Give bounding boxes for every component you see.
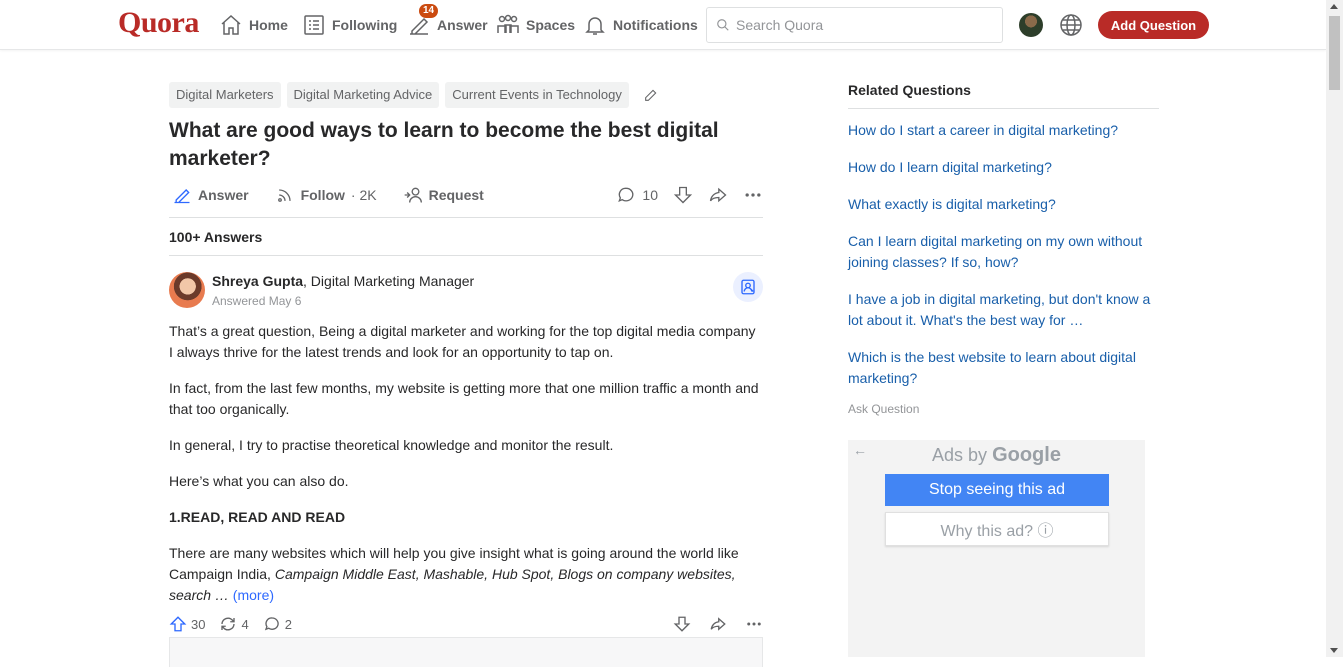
globe-icon[interactable] (1059, 13, 1083, 37)
following-icon (304, 15, 324, 35)
answer-badge: 14 (419, 4, 439, 18)
author-meta: Shreya Gupta, Digital Marketing Manager … (212, 272, 474, 312)
page-scrollbar[interactable] (1326, 0, 1343, 657)
ads-by-google: Ads by Google (848, 444, 1145, 467)
nav-home-label: Home (249, 17, 288, 33)
edit-topics-pencil-icon[interactable] (643, 87, 659, 103)
author-avatar[interactable] (169, 272, 205, 308)
nav-spaces[interactable]: Spaces (496, 0, 575, 50)
author-credential: , Digital Marketing Manager (303, 273, 475, 289)
related-question-link[interactable]: I have a job in digital marketing, but d… (848, 289, 1159, 331)
ask-question-link[interactable]: Ask Question (848, 402, 1159, 416)
related-list: How do I start a career in digital marke… (848, 120, 1159, 389)
nav-notifications[interactable]: Notifications (583, 0, 698, 50)
follow-signal-icon (277, 189, 291, 202)
share-icon[interactable] (709, 615, 727, 633)
nav-following-label: Following (332, 17, 398, 33)
author-line: Shreya Gupta, Digital Marketing Manager (212, 272, 474, 290)
follow-person-icon (741, 279, 755, 295)
follow-count: · 2K (350, 187, 377, 203)
answer-heading: 1.READ, READ AND READ (169, 509, 346, 525)
answer-header: Shreya Gupta, Digital Marketing Manager … (169, 272, 763, 312)
top-header: Quora Home Following 14 Answer Spaces No… (0, 0, 1326, 50)
nav-spaces-label: Spaces (526, 17, 576, 33)
nav-answer-label: Answer (437, 17, 488, 33)
nav-home[interactable]: Home (219, 0, 288, 50)
upvote-icon (169, 616, 187, 632)
request-label: Request (428, 187, 484, 203)
request-person-icon (404, 187, 422, 203)
author-name[interactable]: Shreya Gupta (212, 273, 303, 289)
answer-paragraph: In fact, from the last few months, my we… (169, 380, 759, 417)
answer-body: That’s a great question, Being a digital… (169, 321, 763, 606)
downvote-icon[interactable] (673, 615, 691, 633)
answer-button[interactable]: Answer (172, 185, 249, 205)
share-count-button[interactable]: 4 (219, 615, 249, 633)
related-question-link[interactable]: How do I learn digital marketing? (848, 157, 1159, 178)
search-box[interactable] (706, 7, 1003, 43)
reshare-icon (221, 617, 236, 631)
answer-paragraph: There are many websites which will help … (169, 543, 763, 606)
more-options-icon[interactable] (745, 615, 763, 633)
scroll-down-arrow-icon[interactable] (1330, 648, 1338, 653)
search-input[interactable] (736, 17, 976, 33)
ad-panel: ← Ads by Google Stop seeing this ad Why … (848, 440, 1145, 657)
ads-by-label: Ads by (932, 445, 993, 465)
follow-button[interactable]: Follow · 2K (275, 185, 377, 205)
google-wordmark: Google (992, 444, 1061, 466)
topic-list: Digital Marketers Digital Marketing Advi… (169, 82, 763, 108)
answer-pencil-icon (174, 189, 190, 204)
follow-label: Follow (300, 187, 345, 203)
upvote-count: 30 (191, 616, 206, 632)
topic-tag[interactable]: Current Events in Technology (445, 82, 629, 108)
stop-seeing-ad-button[interactable]: Stop seeing this ad (885, 474, 1109, 506)
related-title: Related Questions (848, 82, 1159, 109)
share-icon[interactable] (708, 185, 728, 205)
question-comments-button[interactable]: 10 (616, 185, 658, 205)
why-this-ad-button[interactable]: Why this ad? ⓘ (885, 512, 1109, 546)
share-count: 4 (241, 616, 249, 632)
nav-following[interactable]: Following (302, 0, 397, 50)
nav-notifications-label: Notifications (613, 17, 698, 33)
add-question-button[interactable]: Add Question (1098, 11, 1209, 39)
request-button[interactable]: Request (403, 185, 484, 205)
user-avatar[interactable] (1019, 13, 1043, 37)
answer-actions: 30 4 2 (169, 614, 763, 634)
more-options-icon[interactable] (743, 185, 763, 205)
answer-paragraph: Here’s what you can also do. (169, 473, 349, 489)
search-icon (717, 19, 729, 31)
topic-tag[interactable]: Digital Marketing Advice (286, 82, 440, 108)
bell-icon (585, 17, 605, 35)
answer-comment-count: 2 (284, 616, 292, 632)
related-question-link[interactable]: Can I learn digital marketing on my own … (848, 231, 1159, 273)
nav-answer[interactable]: 14 Answer (407, 0, 488, 50)
comment-icon (264, 617, 279, 631)
answer-paragraph: That’s a great question, Being a digital… (169, 323, 756, 360)
scrollbar-thumb[interactable] (1329, 16, 1340, 90)
upvote-button[interactable]: 30 (169, 615, 205, 633)
more-link[interactable]: (more) (229, 587, 274, 603)
comment-icon (618, 187, 634, 202)
quora-logo[interactable]: Quora (118, 6, 199, 40)
answers-count: 100+ Answers (169, 217, 763, 256)
answered-date[interactable]: Answered May 6 (212, 294, 474, 308)
question-actions: Answer Follow · 2K Request 10 (169, 182, 763, 208)
related-question-link[interactable]: Which is the best website to learn about… (848, 347, 1159, 389)
spaces-icon (497, 14, 519, 33)
scroll-up-arrow-icon[interactable] (1330, 4, 1338, 9)
question-main: Digital Marketers Digital Marketing Advi… (169, 82, 763, 634)
answer-paragraph: In general, I try to practise theoretica… (169, 437, 614, 453)
related-question-link[interactable]: What exactly is digital marketing? (848, 194, 1159, 215)
follow-author-button[interactable] (733, 272, 763, 302)
home-icon (221, 14, 241, 35)
downvote-icon[interactable] (673, 185, 693, 205)
answer-label: Answer (198, 187, 249, 203)
topic-tag[interactable]: Digital Marketers (169, 82, 281, 108)
related-questions: Related Questions How do I start a caree… (848, 82, 1159, 416)
question-title[interactable]: What are good ways to learn to become th… (169, 117, 749, 173)
answer-comments-button[interactable]: 2 (263, 615, 292, 633)
comment-box[interactable] (169, 637, 763, 667)
related-question-link[interactable]: How do I start a career in digital marke… (848, 120, 1159, 141)
question-comment-count: 10 (642, 187, 658, 203)
